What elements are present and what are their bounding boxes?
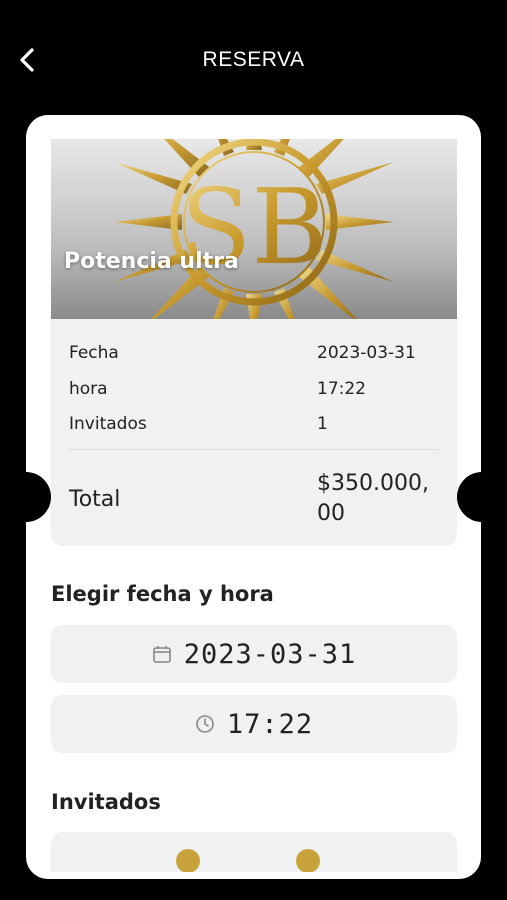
summary-value: 17:22 bbox=[317, 379, 366, 399]
divider bbox=[69, 449, 439, 450]
summary-label: Fecha bbox=[69, 343, 119, 363]
summary-label: hora bbox=[69, 379, 108, 399]
ticket-notch-left bbox=[1, 472, 51, 522]
clock-icon bbox=[196, 715, 214, 733]
time-value: 17:22 bbox=[226, 708, 314, 740]
reservation-summary: Fecha 2023-03-31 hora 17:22 Invitados 1 … bbox=[51, 319, 457, 546]
total-value: $350.000,00 bbox=[317, 471, 429, 526]
time-picker-button[interactable]: 17:22 bbox=[51, 695, 457, 753]
guests-section-title: Invitados bbox=[51, 790, 161, 814]
summary-label: Invitados bbox=[69, 414, 147, 434]
total-label: Total bbox=[69, 487, 121, 512]
increment-button[interactable] bbox=[296, 849, 320, 872]
reservation-card: SB Potencia ultra Fecha 2023-03-31 hora … bbox=[26, 115, 481, 879]
sb-logo: SB bbox=[114, 139, 394, 319]
page-title: RESERVA bbox=[202, 48, 305, 71]
date-section-title: Elegir fecha y hora bbox=[51, 582, 274, 606]
product-title: Potencia ultra bbox=[64, 249, 239, 274]
summary-value: 2023-03-31 bbox=[317, 343, 416, 363]
ticket-notch-right bbox=[457, 472, 507, 522]
summary-value: 1 bbox=[317, 414, 328, 434]
date-value: 2023-03-31 bbox=[183, 638, 357, 670]
calendar-icon bbox=[152, 646, 171, 663]
product-banner: SB Potencia ultra bbox=[51, 139, 457, 319]
decrement-button[interactable] bbox=[176, 849, 200, 872]
guests-stepper[interactable] bbox=[51, 832, 457, 872]
top-bar: RESERVA bbox=[0, 0, 507, 118]
date-picker-button[interactable]: 2023-03-31 bbox=[51, 625, 457, 683]
